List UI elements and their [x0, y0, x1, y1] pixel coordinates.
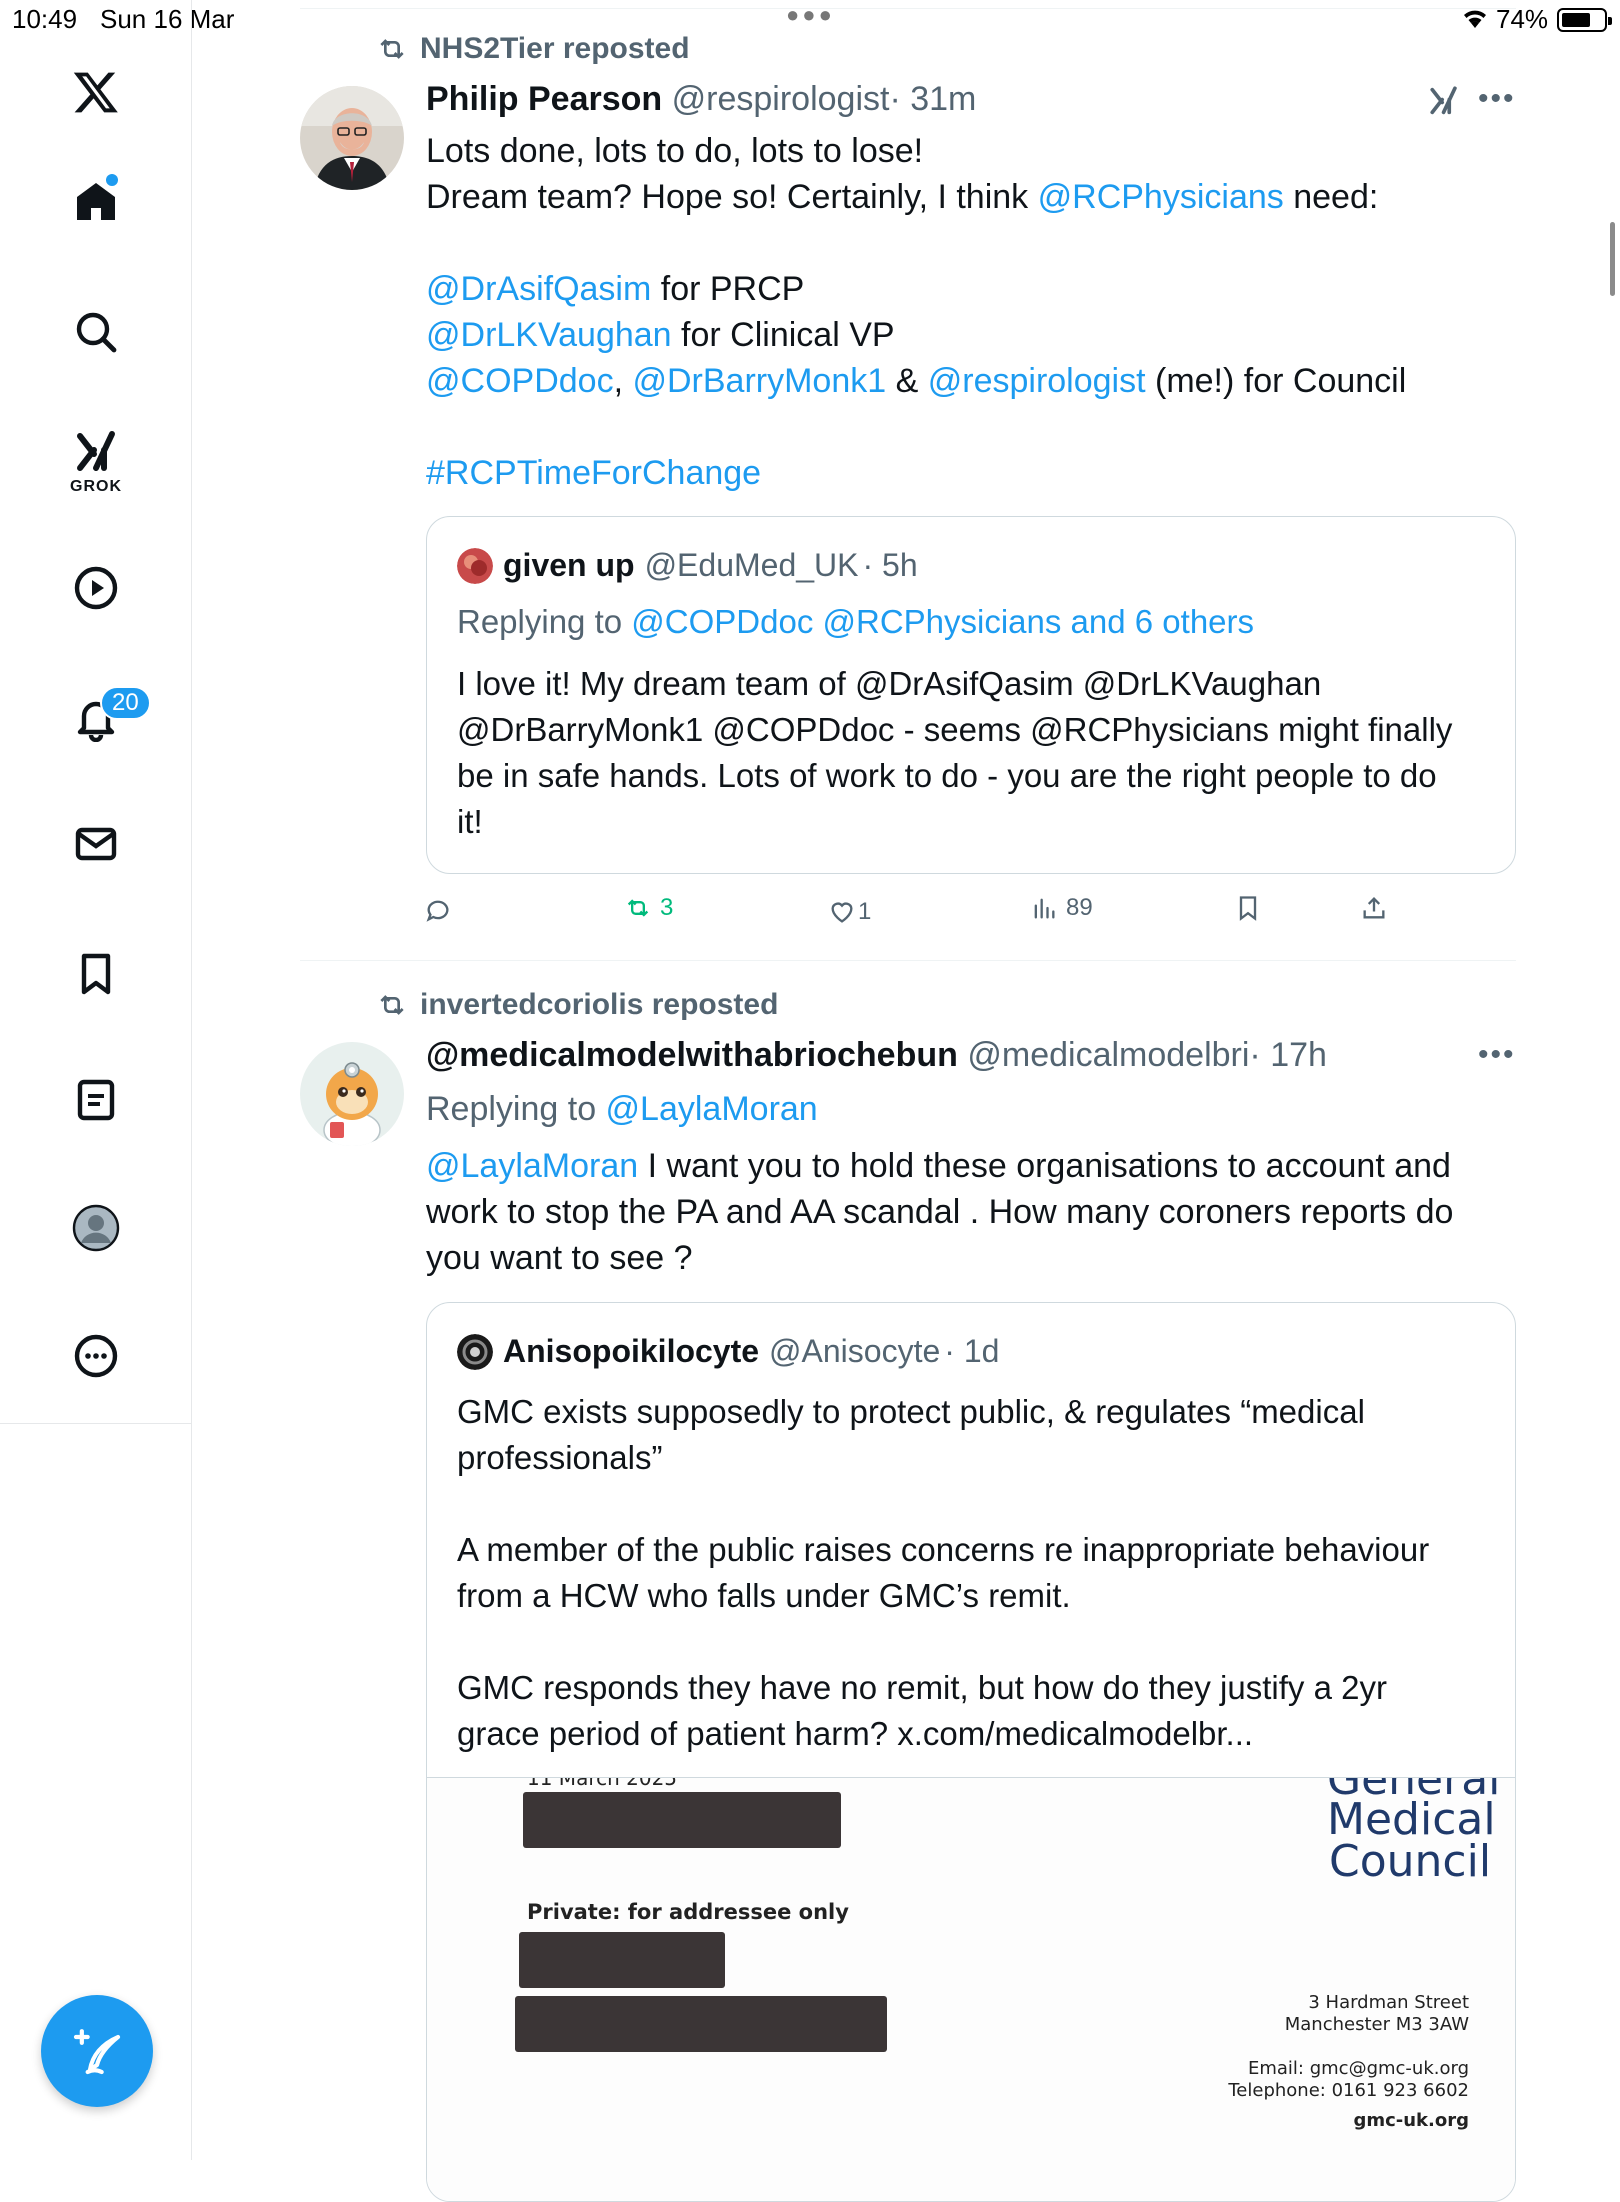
quote-image[interactable]: 11 March 2025 General Medical Council Pr…	[427, 1777, 1515, 2201]
quote-time: · 5h	[862, 547, 918, 583]
compose-button[interactable]	[41, 1995, 153, 2107]
share-icon	[1363, 897, 1385, 919]
author-handle[interactable]: @respirologist	[672, 80, 890, 118]
scrollbar[interactable]	[1610, 222, 1615, 296]
post-more-button[interactable]: •••	[1478, 82, 1516, 116]
redaction-bar	[523, 1792, 841, 1848]
repost-label: NHS2Tier reposted	[420, 32, 690, 65]
gmc-address: 3 Hardman Street Manchester M3 3AW	[1284, 1992, 1469, 2035]
mention-link[interactable]: @COPDdoc	[426, 362, 614, 400]
grok-label: GROK	[70, 478, 122, 495]
wifi-icon	[1460, 6, 1490, 35]
post-text-line: Dream team? Hope so! Certainly, I think …	[426, 178, 1379, 216]
quoted-post[interactable]: given up @EduMed_UK · 5h Replying to @COP…	[426, 516, 1516, 874]
post-body: Lots done, lots to do, lots to lose! Dre…	[426, 128, 1516, 496]
gmc-logo-line3: Council	[1329, 1836, 1492, 1887]
post-replying-to: Replying to @LaylaMoran	[426, 1090, 818, 1128]
replying-to-links[interactable]: @COPDdoc @RCPhysicians and 6 others	[631, 603, 1254, 640]
bookmark-button[interactable]	[1234, 894, 1262, 922]
post-text-line: Lots done, lots to do, lots to lose!	[426, 132, 924, 170]
more-icon[interactable]	[66, 1326, 126, 1386]
views-button[interactable]: 89	[1030, 894, 1093, 922]
quote-text: GMC exists supposedly to protect public,…	[457, 1393, 1430, 1752]
share-button[interactable]	[1360, 894, 1388, 922]
quote-author-handle: @EduMed_UK	[644, 547, 859, 583]
views-count: 89	[1066, 894, 1093, 921]
post-body: @LaylaMoran I want you to hold these org…	[426, 1147, 1454, 1277]
gmc-contact: Email: gmc@gmc-uk.org Telephone: 0161 92…	[1228, 2058, 1469, 2131]
reply-button[interactable]	[424, 896, 452, 924]
repost-label: invertedcoriolis reposted	[420, 988, 779, 1021]
mention-link[interactable]: @DrLKVaughan	[426, 316, 672, 354]
redaction-bar	[515, 1996, 887, 2052]
repost-icon	[627, 899, 649, 917]
repost-count: 3	[660, 894, 674, 921]
quote-time: · 1d	[944, 1333, 1000, 1369]
mention-link[interactable]: @DrAsifQasim	[426, 270, 651, 308]
quote-author-name: Anisopoikilocyte	[503, 1333, 760, 1369]
compose-icon	[73, 2029, 121, 2075]
post-divider	[300, 960, 1516, 961]
letter-date: 11 March 2025	[527, 1777, 678, 1790]
mention-link[interactable]: @respirologist	[928, 362, 1146, 400]
post-text-line: @DrAsifQasim for PRCP	[426, 270, 805, 308]
home-unread-dot	[106, 174, 118, 186]
author-name[interactable]: @medicalmodelwithabriochebun	[426, 1036, 958, 1074]
grok-post-icon[interactable]	[1428, 84, 1462, 123]
post-more-button[interactable]: •••	[1478, 1038, 1516, 1072]
post-time[interactable]: · 17h	[1249, 1036, 1327, 1074]
views-icon	[1034, 898, 1055, 919]
author-name[interactable]: Philip Pearson	[426, 80, 662, 118]
hashtag-link[interactable]: #RCPTimeForChange	[426, 450, 1516, 496]
repost-indicator[interactable]: invertedcoriolis reposted	[376, 988, 778, 1022]
quote-author: given up @EduMed_UK · 5h	[457, 547, 918, 584]
avatar[interactable]	[300, 86, 404, 190]
repost-icon	[380, 39, 404, 59]
redaction-bar	[519, 1932, 725, 1988]
like-count: 1	[858, 898, 872, 925]
search-icon[interactable]	[66, 302, 126, 362]
quoted-post[interactable]: Anisopoikilocyte @Anisocyte · 1d GMC exis…	[426, 1302, 1516, 2202]
heart-icon	[831, 902, 853, 923]
post-author[interactable]: Philip Pearson @respirologist· 31m	[426, 80, 976, 119]
messages-icon[interactable]	[66, 814, 126, 874]
x-logo-icon[interactable]	[66, 62, 126, 122]
repost-indicator[interactable]: NHS2Tier reposted	[376, 32, 690, 66]
quote-author: Anisopoikilocyte @Anisocyte · 1d	[457, 1333, 999, 1370]
quote-avatar	[457, 1333, 493, 1370]
grok-icon[interactable]	[66, 422, 126, 482]
bookmark-icon	[1239, 896, 1257, 921]
quote-text: I love it! My dream team of @DrAsifQasim…	[457, 665, 1453, 840]
bookmarks-icon[interactable]	[66, 944, 126, 1004]
quote-author-name: given up	[503, 547, 635, 583]
quote-author-handle: @Anisocyte	[769, 1333, 941, 1369]
quote-avatar	[457, 547, 493, 584]
author-handle[interactable]: @medicalmodelbri	[967, 1036, 1249, 1074]
sidebar-divider	[191, 1424, 192, 2160]
mention-link[interactable]: @DrBarryMonk1	[632, 362, 886, 400]
replying-to-link[interactable]: @LaylaMoran	[606, 1090, 818, 1128]
reply-icon	[426, 900, 449, 922]
battery-icon	[1557, 8, 1612, 32]
video-icon[interactable]	[66, 558, 126, 618]
post-text-line: @DrLKVaughan for Clinical VP	[426, 316, 895, 354]
repost-icon	[380, 995, 404, 1015]
mention-link[interactable]: @RCPhysicians	[1038, 178, 1284, 216]
avatar[interactable]	[300, 1042, 404, 1146]
post-text-line: @COPDdoc, @DrBarryMonk1 & @respirologist…	[426, 362, 1407, 400]
like-button[interactable]: 1	[828, 898, 871, 926]
post-author[interactable]: @medicalmodelwithabriochebun @medicalmod…	[426, 1036, 1327, 1075]
multitask-dots[interactable]: ●●●	[786, 2, 835, 28]
mention-link[interactable]: @LaylaMoran	[426, 1147, 638, 1185]
feed-top-divider	[300, 8, 1516, 9]
private-note: Private: for addressee only	[527, 1900, 849, 1924]
lists-icon[interactable]	[66, 1070, 126, 1130]
quote-replying-to: Replying to @COPDdoc @RCPhysicians and 6…	[457, 603, 1255, 640]
profile-icon[interactable]	[66, 1198, 126, 1258]
repost-button[interactable]: 3	[624, 894, 673, 922]
post-time[interactable]: · 31m	[889, 80, 976, 118]
notifications-badge: 20	[100, 686, 151, 720]
